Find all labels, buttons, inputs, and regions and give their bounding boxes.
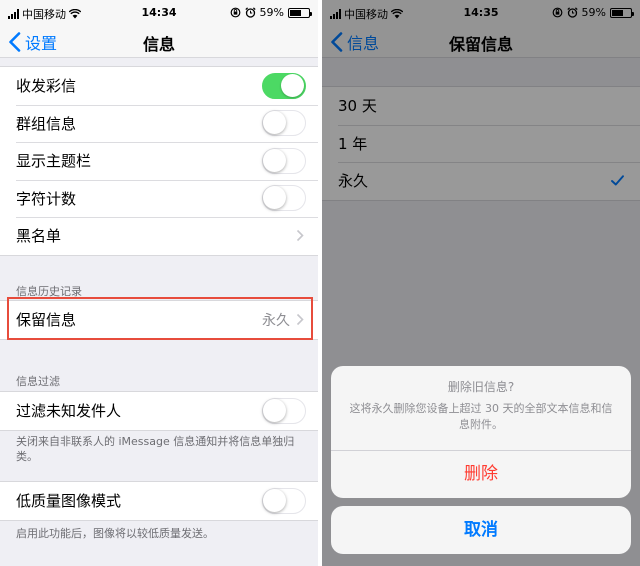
action-sheet-title: 删除旧信息?: [447, 380, 515, 394]
battery-percent: 59%: [259, 6, 284, 19]
row-keep-messages[interactable]: 保留信息 永久: [0, 301, 318, 339]
settings-messages-screen: 中国移动 14:34 59% 设置 信息 收发彩信 群组信息 显示主题栏 字符计…: [0, 0, 318, 566]
row-low-quality: 低质量图像模式: [0, 482, 318, 520]
mms-switch[interactable]: [262, 72, 306, 99]
row-value: 永久: [262, 312, 290, 329]
low-quality-group: 低质量图像模式: [0, 481, 318, 521]
section-header-filter: 信息过滤: [16, 375, 60, 388]
switch-knob: [281, 73, 304, 97]
back-label: 设置: [25, 34, 58, 53]
filter-footer: 关闭来自非联系人的 iMessage 信息通知并将信息单独归类。: [16, 435, 295, 463]
row-show-subject: 显示主题栏: [0, 142, 318, 180]
message-options-group: 收发彩信 群组信息 显示主题栏 字符计数 黑名单: [0, 66, 318, 256]
alarm-icon: [244, 7, 256, 18]
row-mms: 收发彩信: [0, 67, 318, 105]
row-label: 字符计数: [16, 189, 77, 208]
keep-messages-screen: 中国移动 14:35 59% 信息 保留信息 30 天 1 年 永久 删除旧信息…: [322, 0, 640, 566]
switch-knob: [263, 148, 286, 172]
switch-knob: [263, 398, 286, 422]
filter-unknown-switch[interactable]: [262, 397, 306, 424]
row-character-count: 字符计数: [0, 179, 318, 218]
section-header-history: 信息历史记录: [16, 285, 82, 298]
delete-button[interactable]: 删除: [331, 450, 631, 498]
low-quality-footer: 启用此功能后，图像将以较低质量发送。: [16, 527, 214, 540]
row-label: 群组信息: [16, 114, 77, 133]
row-blocked[interactable]: 黑名单: [0, 217, 318, 255]
action-sheet-alert: 删除旧信息? 这将永久删除您设备上超过 30 天的全部文本信息和信息附件。 删除: [331, 366, 631, 498]
row-label: 过滤未知发件人: [16, 402, 122, 421]
row-label: 低质量图像模式: [16, 492, 122, 511]
show-subject-switch[interactable]: [262, 147, 306, 174]
switch-knob: [263, 488, 286, 512]
row-filter-unknown: 过滤未知发件人: [0, 392, 318, 430]
group-messaging-switch[interactable]: [262, 110, 306, 137]
switch-knob: [263, 186, 286, 210]
action-sheet-cancel: 取消: [331, 506, 631, 554]
row-label: 保留信息: [16, 311, 77, 330]
row-group-messaging: 群组信息: [0, 104, 318, 143]
row-label: 显示主题栏: [16, 152, 92, 171]
back-button[interactable]: 设置: [8, 30, 57, 54]
filter-group: 过滤未知发件人: [0, 391, 318, 431]
switch-knob: [263, 111, 286, 135]
back-chevron-icon: [9, 32, 21, 52]
row-label: 收发彩信: [16, 77, 77, 96]
battery-icon: [288, 7, 312, 18]
lock-rotation-icon: [230, 7, 240, 18]
battery-fill: [290, 9, 301, 16]
status-bar: 中国移动 14:34 59%: [0, 0, 318, 24]
character-count-switch[interactable]: [262, 185, 306, 212]
low-quality-switch[interactable]: [262, 487, 306, 514]
status-right: 59%: [230, 6, 312, 19]
row-label: 黑名单: [16, 227, 62, 246]
navigation-bar: 设置 信息: [0, 24, 318, 58]
cancel-button[interactable]: 取消: [331, 506, 631, 554]
disclosure-chevron-icon: [296, 314, 304, 326]
history-group: 保留信息 永久: [0, 300, 318, 340]
disclosure-chevron-icon: [296, 230, 304, 242]
action-sheet-message: 这将永久删除您设备上超过 30 天的全部文本信息和信息附件。: [349, 402, 613, 431]
